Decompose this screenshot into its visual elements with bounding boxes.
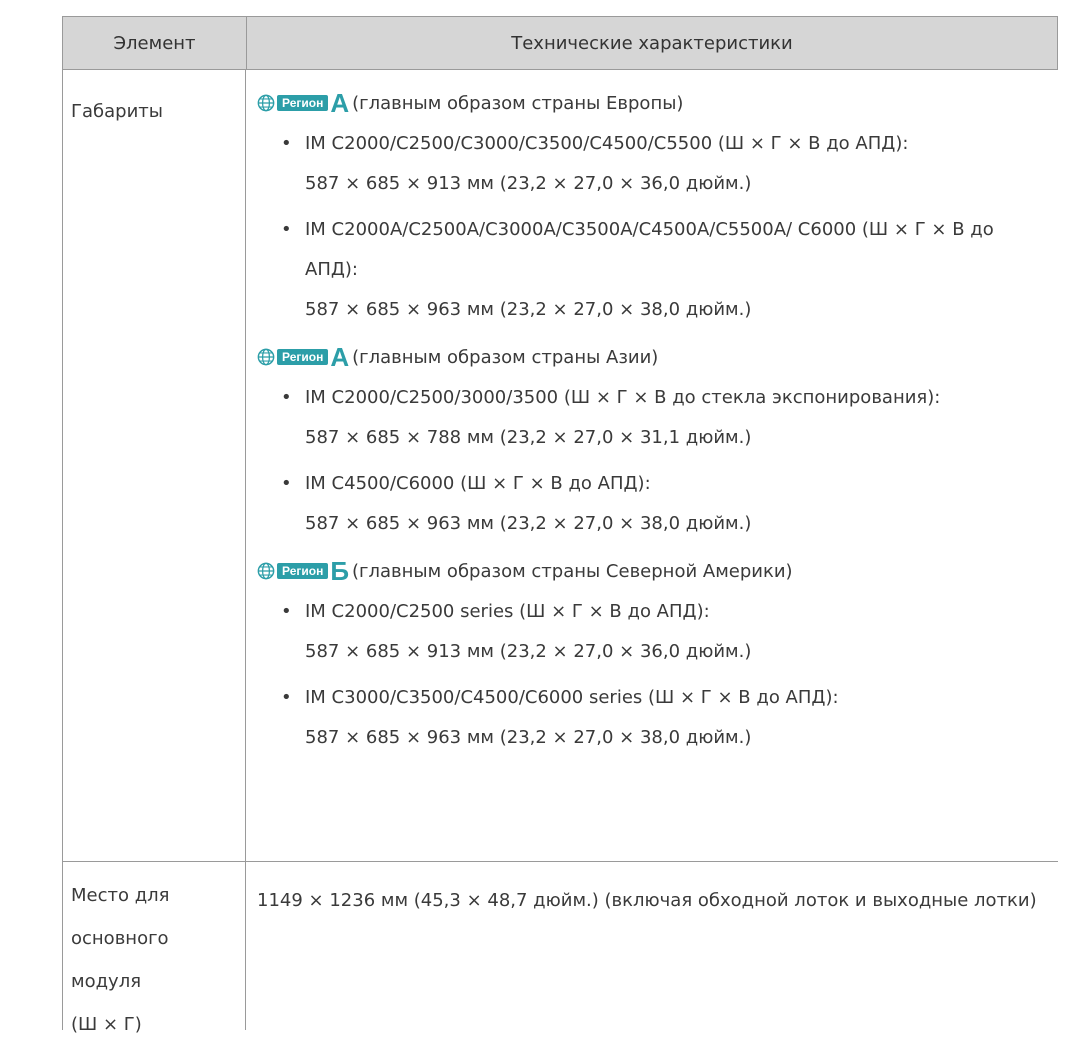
spec-table: Элемент Технические характеристики Габар… — [62, 16, 1058, 1035]
globe-icon — [257, 94, 275, 112]
header-element: Элемент — [63, 17, 247, 69]
list-item: IM C2000/C2500/3000/3500 (Ш × Г × В до с… — [257, 378, 1046, 418]
region-heading: Регион Б (главным образом страны Северно… — [257, 550, 1046, 592]
table-row-footprint: Место для основного модуля (Ш × Г) 1149 … — [63, 862, 1058, 1035]
row-label: Место для основного модуля (Ш × Г) — [63, 862, 246, 1035]
region-note: (главным образом страны Европы) — [352, 92, 684, 114]
region-heading: Регион A (главным образом страны Азии) — [257, 336, 1046, 378]
list-item: IM C4500/C6000 (Ш × Г × В до АПД): — [257, 464, 1046, 504]
row-label-line: (Ш × Г) — [71, 1014, 142, 1035]
row-label-line: Место для — [71, 885, 170, 906]
region-badge: Регион A — [257, 90, 349, 116]
list-item: IM C2000/C2500/C3000/C3500/C4500/C5500 (… — [257, 124, 1046, 164]
region-letter: Б — [330, 556, 350, 586]
region-note: (главным образом страны Северной Америки… — [352, 560, 793, 582]
table-row-dimensions: Габариты Регион A (главным образом стран… — [63, 70, 1058, 862]
dimensions-value: 587 × 685 × 963 мм (23,2 × 27,0 × 38,0 д… — [305, 513, 752, 534]
dimensions-value: 587 × 685 × 963 мм (23,2 × 27,0 × 38,0 д… — [305, 299, 752, 320]
region-label: Регион — [277, 563, 329, 579]
dimensions-value: 587 × 685 × 788 мм (23,2 × 27,0 × 31,1 д… — [305, 427, 752, 448]
globe-icon — [257, 562, 275, 580]
region-badge: Регион Б — [257, 558, 349, 584]
row-content: 1149 × 1236 мм (45,3 × 48,7 дюйм.) (вклю… — [257, 890, 1037, 911]
region-letter: A — [330, 342, 350, 372]
row-content: Регион A (главным образом страны Европы)… — [246, 70, 1058, 861]
globe-icon — [257, 348, 275, 366]
region-badge: Регион A — [257, 344, 349, 370]
spec-page: Элемент Технические характеристики Габар… — [0, 0, 1080, 1035]
region-label: Регион — [277, 349, 329, 365]
region-heading: Регион A (главным образом страны Европы) — [257, 82, 1046, 124]
list-item: IM C2000A/C2500A/C3000A/C3500A/C4500A/C5… — [257, 210, 1046, 290]
table-header: Элемент Технические характеристики — [63, 16, 1058, 70]
dimensions-value: 587 × 685 × 913 мм (23,2 × 27,0 × 36,0 д… — [305, 641, 752, 662]
list-item: IM C2000/C2500 series (Ш × Г × В до АПД)… — [257, 592, 1046, 632]
dimensions-value: 587 × 685 × 963 мм (23,2 × 27,0 × 38,0 д… — [305, 727, 752, 748]
list-item: IM C3000/C3500/C4500/C6000 series (Ш × Г… — [257, 678, 1046, 718]
row-label: Габариты — [63, 70, 246, 861]
row-label-line: основного модуля — [71, 928, 169, 992]
region-label: Регион — [277, 95, 329, 111]
region-note: (главным образом страны Азии) — [352, 346, 659, 368]
dimensions-value: 587 × 685 × 913 мм (23,2 × 27,0 × 36,0 д… — [305, 173, 752, 194]
header-specs: Технические характеристики — [511, 32, 793, 54]
region-letter: A — [330, 88, 350, 118]
